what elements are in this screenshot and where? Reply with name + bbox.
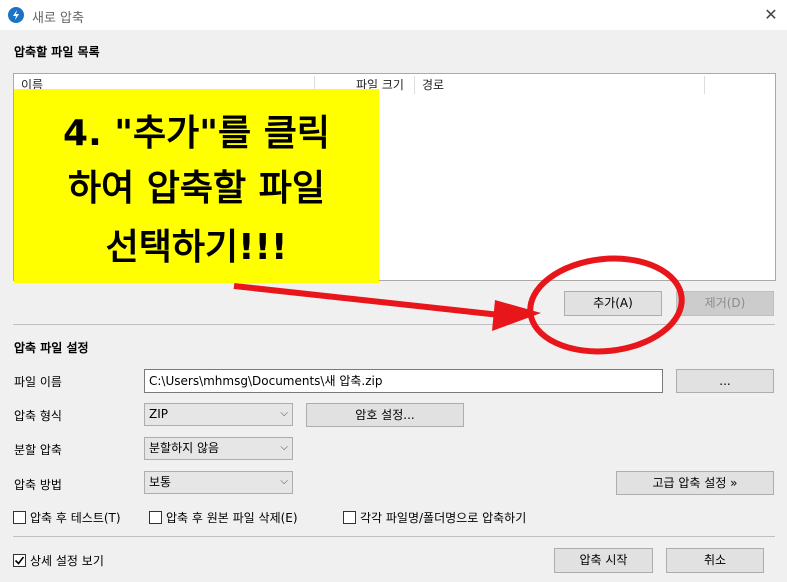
cancel-button[interactable]: 취소 xyxy=(666,548,764,573)
method-value: 보통 xyxy=(149,475,172,489)
advanced-settings-button[interactable]: 고급 압축 설정 » xyxy=(616,471,774,495)
annotation-arrow-line xyxy=(233,283,501,318)
format-value: ZIP xyxy=(149,407,168,421)
title-bar: 새로 압축 ✕ xyxy=(0,0,787,30)
file-list-title: 압축할 파일 목록 xyxy=(14,45,100,59)
format-select[interactable]: ZIP ⌵ xyxy=(144,403,293,426)
chevron-down-icon: ⌵ xyxy=(280,476,288,487)
window-title: 새로 압축 xyxy=(32,11,84,26)
column-header-path[interactable]: 경로 xyxy=(422,74,444,96)
method-label: 압축 방법 xyxy=(14,478,62,492)
annotation-line-3: 선택하기!!! xyxy=(105,227,288,268)
filename-label: 파일 이름 xyxy=(14,375,62,389)
method-select[interactable]: 보통 ⌵ xyxy=(144,471,293,494)
annotation-line-1: 4. "추가"를 클릭 xyxy=(63,113,330,154)
settings-title: 압축 파일 설정 xyxy=(14,341,89,355)
column-divider xyxy=(414,76,415,94)
details-label[interactable]: 상세 설정 보기 xyxy=(30,552,104,569)
filename-input[interactable]: C:\Users\mhmsg\Documents\새 압축.zip xyxy=(144,369,663,393)
column-divider xyxy=(704,76,705,94)
format-label: 압축 형식 xyxy=(14,409,62,423)
app-icon xyxy=(8,7,24,23)
remove-button[interactable]: 제거(D) xyxy=(676,291,774,316)
test-after-label[interactable]: 압축 후 테스트(T) xyxy=(30,509,121,526)
split-value: 분할하지 않음 xyxy=(149,441,220,455)
each-file-label[interactable]: 각각 파일명/폴더명으로 압축하기 xyxy=(360,509,526,526)
close-icon[interactable]: ✕ xyxy=(760,4,782,26)
split-select[interactable]: 분할하지 않음 ⌵ xyxy=(144,437,293,460)
chevron-down-icon: ⌵ xyxy=(280,408,288,419)
browse-button[interactable]: ... xyxy=(676,369,774,393)
annotation-arrow-head xyxy=(492,300,541,331)
annotation-line-2: 하여 압축할 파일 xyxy=(68,168,325,209)
start-compress-button[interactable]: 압축 시작 xyxy=(554,548,653,573)
checkmark-icon xyxy=(14,556,25,565)
test-after-checkbox[interactable] xyxy=(13,511,26,524)
split-label: 분할 압축 xyxy=(14,443,62,457)
delete-after-checkbox[interactable] xyxy=(149,511,162,524)
divider xyxy=(13,324,775,325)
password-button[interactable]: 암호 설정... xyxy=(306,403,464,427)
delete-after-label[interactable]: 압축 후 원본 파일 삭제(E) xyxy=(166,509,298,526)
each-file-checkbox[interactable] xyxy=(343,511,356,524)
chevron-down-icon: ⌵ xyxy=(280,442,288,453)
divider xyxy=(13,536,775,537)
add-button[interactable]: 추가(A) xyxy=(564,291,662,316)
details-checkbox[interactable] xyxy=(13,554,26,567)
